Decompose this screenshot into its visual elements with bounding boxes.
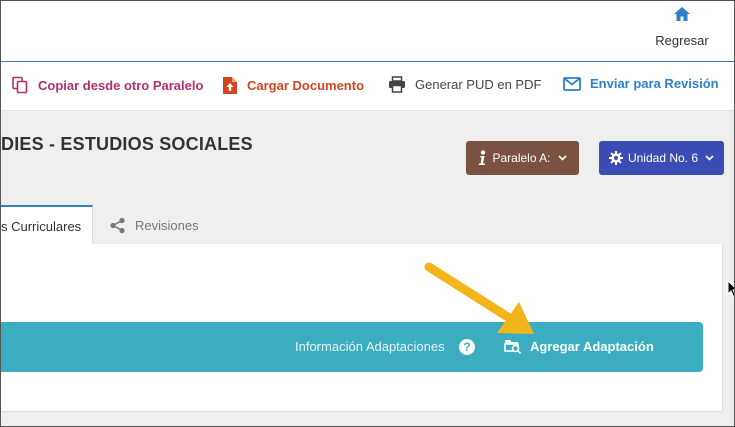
mouse-cursor-icon: [727, 280, 734, 298]
app-window: Regresar Copiar desde otro Paralelo Carg…: [0, 0, 735, 427]
pointer-arrow-annotation: [424, 262, 534, 334]
